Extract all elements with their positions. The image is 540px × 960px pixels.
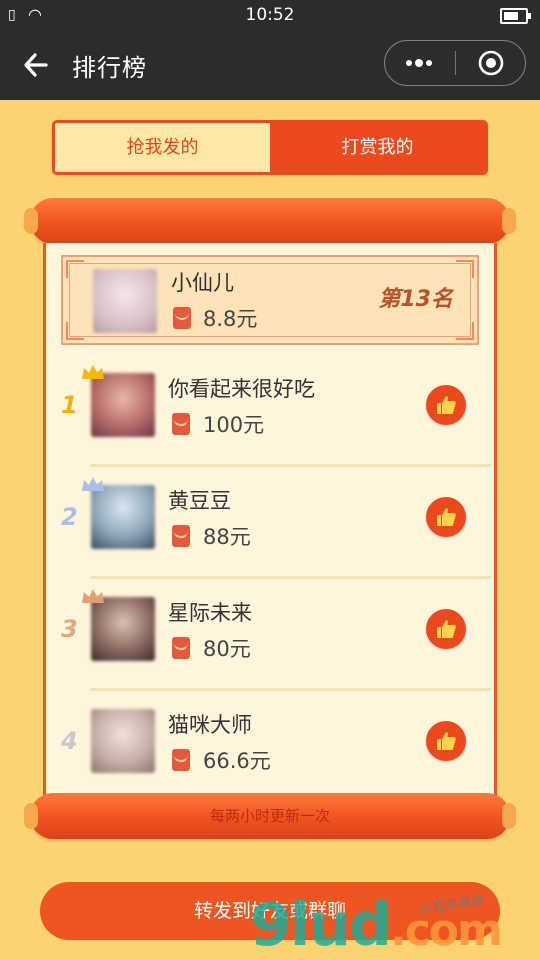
entry-name: 你看起来很好吃 — [168, 377, 315, 401]
my-amount: 8.8元 — [203, 307, 258, 331]
list-item: 4 猫咪大师 66.6元 — [46, 691, 494, 803]
crown-icon — [82, 477, 104, 491]
status-time: 10:52 — [245, 5, 295, 25]
my-rank-label: 第13名 — [378, 287, 453, 312]
red-packet-icon — [172, 749, 190, 771]
tab-grabbed-mine[interactable]: 抢我发的 — [55, 123, 270, 172]
scroll-roll-bottom: 每两小时更新一次 — [24, 793, 516, 839]
entry-amount: 66.6元 — [203, 749, 271, 773]
thumbs-up-icon — [437, 396, 456, 414]
status-bar: ▯ ◠ 10:52 — [0, 0, 540, 30]
entry-amount: 100元 — [203, 413, 265, 437]
crown-icon — [82, 589, 104, 603]
like-button[interactable] — [426, 609, 466, 649]
capsule-divider — [455, 51, 456, 75]
entry-name: 星际未来 — [168, 601, 252, 625]
battery-icon — [500, 8, 531, 24]
thumbs-up-icon — [437, 508, 456, 526]
back-arrow-icon[interactable] — [20, 48, 54, 82]
thumbs-up-icon — [437, 620, 456, 638]
crown-icon — [82, 365, 104, 379]
thumbs-up-icon — [437, 732, 456, 750]
rank-number: 2 — [61, 503, 78, 531]
avatar — [91, 709, 155, 773]
like-button[interactable] — [426, 721, 466, 761]
watermark-main: 9lud — [250, 890, 392, 960]
entry-name: 猫咪大师 — [168, 713, 252, 737]
like-button[interactable] — [426, 385, 466, 425]
list-item: 3 星际未来 80元 — [46, 579, 494, 691]
like-button[interactable] — [426, 497, 466, 537]
red-packet-icon — [172, 637, 190, 659]
close-target-icon[interactable] — [478, 50, 504, 76]
my-name: 小仙儿 — [171, 271, 234, 295]
ranking-panel: 小仙儿 8.8元 第13名 1 你看起来很好吃 100元 2 黄豆豆 88元 3… — [43, 243, 497, 795]
tab-tipped-me[interactable]: 打赏我的 — [270, 123, 485, 172]
entry-amount: 80元 — [203, 637, 251, 661]
rank-number: 4 — [61, 727, 78, 755]
red-packet-icon — [172, 413, 190, 435]
page-title: 排行榜 — [72, 54, 147, 82]
update-note: 每两小时更新一次 — [209, 807, 330, 825]
list-item: 2 黄豆豆 88元 — [46, 467, 494, 579]
nav-bar: 排行榜 — [0, 30, 540, 100]
rank-number: 3 — [61, 615, 78, 643]
ranking-tabs: 抢我发的 打赏我的 — [52, 120, 488, 175]
more-icon[interactable] — [403, 51, 435, 75]
list-item: 1 你看起来很好吃 100元 — [46, 355, 494, 467]
avatar — [93, 269, 157, 333]
red-packet-icon — [173, 307, 191, 329]
red-packet-icon — [172, 525, 190, 547]
entry-name: 黄豆豆 — [168, 489, 231, 513]
mini-program-capsule — [384, 40, 526, 86]
scroll-roll-top — [24, 198, 516, 244]
my-rank-card: 小仙儿 8.8元 第13名 — [61, 255, 479, 345]
entry-amount: 88元 — [203, 525, 251, 549]
rank-number: 1 — [61, 391, 78, 419]
